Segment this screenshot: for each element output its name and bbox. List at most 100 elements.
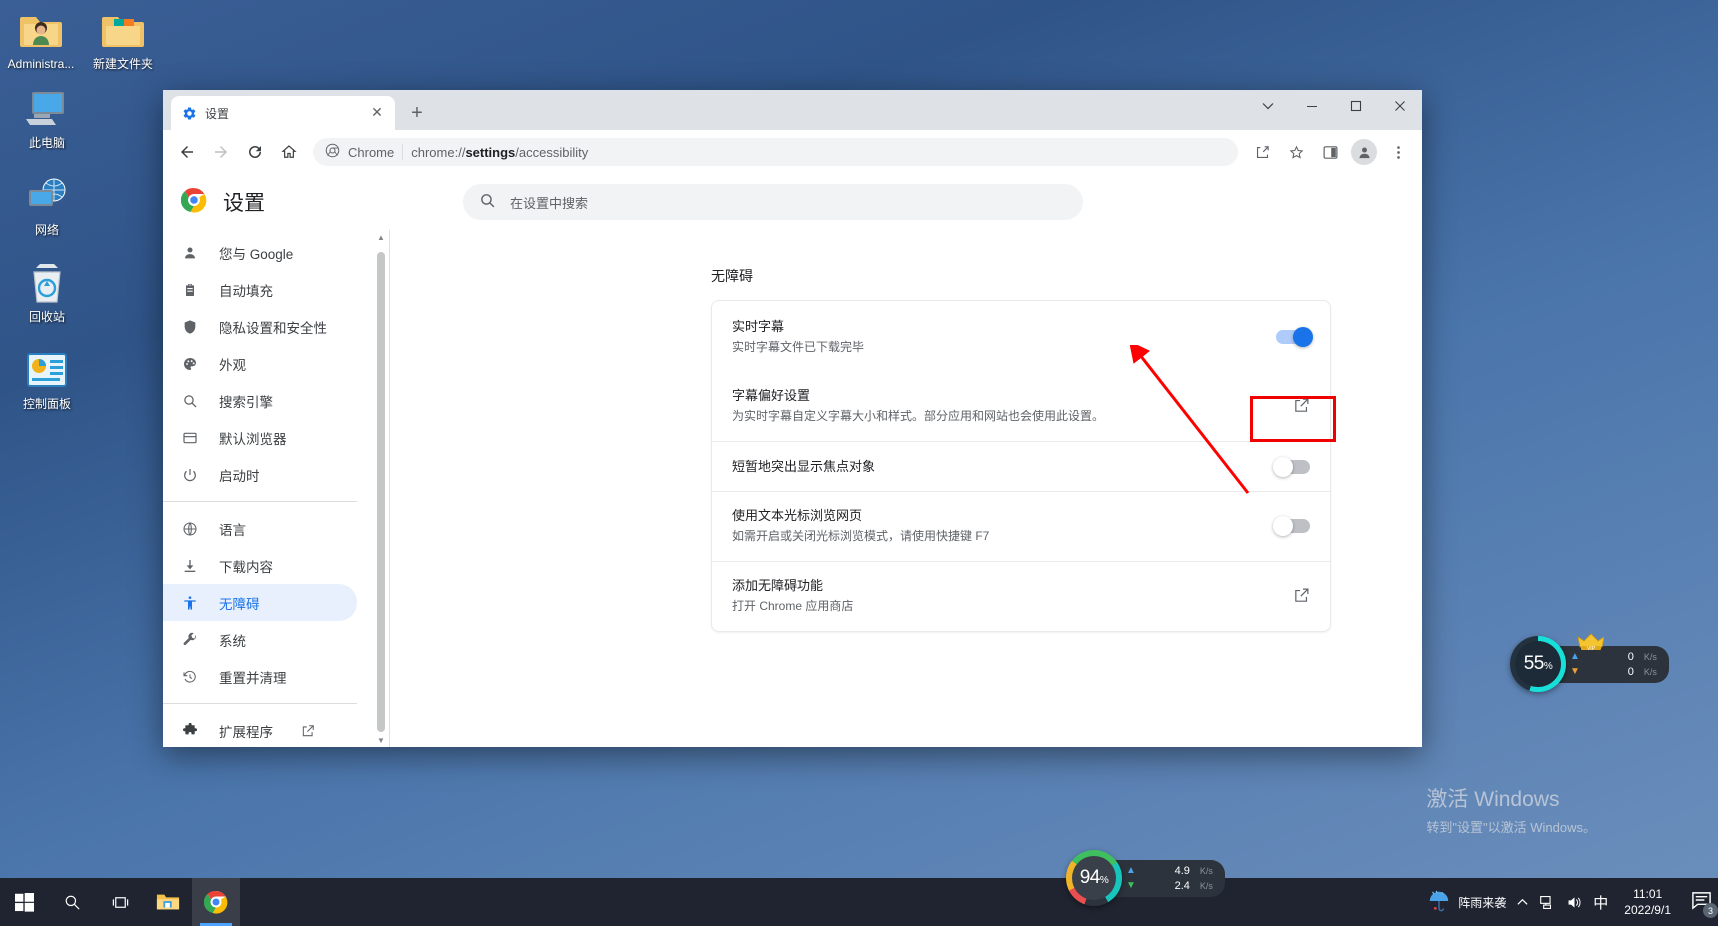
desktop-icon-new-folder[interactable]: 新建文件夹	[86, 6, 160, 71]
row-title: 短暂地突出显示焦点对象	[732, 459, 876, 474]
desktop-icon-recycle-bin[interactable]: 回收站	[8, 259, 86, 324]
desktop-icon-control-panel[interactable]: 控制面板	[8, 346, 86, 411]
share-icon[interactable]	[1246, 136, 1278, 168]
minimize-icon[interactable]	[1290, 90, 1334, 122]
upload-arrow-icon: ▲	[1126, 865, 1136, 876]
setting-row-add-accessibility-features[interactable]: 添加无障碍功能 打开 Chrome 应用商店	[712, 561, 1330, 631]
row-subtitle: 如需开启或关闭光标浏览模式，请使用快捷键 F7	[732, 529, 990, 543]
sidebar-item-label: 语言	[219, 522, 246, 538]
sidebar-item-label: 无障碍	[219, 596, 260, 612]
open-external-icon[interactable]	[1293, 397, 1310, 414]
profile-avatar-icon[interactable]	[1348, 136, 1380, 168]
star-icon[interactable]	[1280, 136, 1312, 168]
desktop-icon-label: 新建文件夹	[92, 57, 153, 71]
close-icon[interactable]: ✕	[369, 105, 385, 121]
row-text: 添加无障碍功能 打开 Chrome 应用商店	[732, 576, 1293, 615]
tab-title: 设置	[205, 106, 230, 121]
sidebar-item-default-browser[interactable]: 默认浏览器	[163, 419, 357, 456]
chrome-icon	[325, 143, 340, 161]
search-icon[interactable]	[48, 878, 96, 926]
accessibility-icon	[181, 594, 199, 612]
setting-row-live-caption[interactable]: 实时字幕 实时字幕文件已下载完毕	[712, 301, 1330, 372]
start-button[interactable]	[0, 878, 48, 926]
sidebar-item-system[interactable]: 系统	[163, 621, 357, 658]
volume-icon[interactable]	[1566, 894, 1583, 911]
chevron-down-icon[interactable]	[1246, 90, 1290, 122]
chrome-taskbar-icon[interactable]	[192, 878, 240, 926]
setting-row-caret-browsing[interactable]: 使用文本光标浏览网页 如需开启或关闭光标浏览模式，请使用快捷键 F7	[712, 491, 1330, 561]
cpu-usage-ring: 94%	[1066, 850, 1122, 906]
notification-center-icon[interactable]: 3	[1691, 890, 1718, 918]
new-tab-button[interactable]: +	[403, 99, 431, 127]
download-speed-unit: K/s	[1643, 666, 1657, 677]
sidebar-item-extensions[interactable]: 扩展程序	[163, 712, 357, 747]
sidebar-item-reset-cleanup[interactable]: 重置并清理	[163, 658, 357, 695]
globe-icon	[181, 520, 199, 538]
scroll-down-icon[interactable]: ▼	[374, 733, 388, 747]
back-button[interactable]	[171, 136, 203, 168]
sidebar-item-you-and-google[interactable]: 您与 Google	[163, 234, 357, 271]
recycle-bin-icon	[8, 259, 86, 307]
desktop-icon-this-pc[interactable]: 此电脑	[8, 85, 86, 150]
vip-crown-icon: VIP	[1577, 632, 1605, 655]
side-panel-icon[interactable]	[1314, 136, 1346, 168]
ime-indicator[interactable]: 中	[1593, 892, 1608, 913]
control-panel-icon	[8, 346, 86, 394]
scrollbar-thumb[interactable]	[377, 252, 385, 732]
download-speed-value: 0	[1627, 665, 1634, 678]
avatar	[1351, 139, 1377, 165]
setting-row-caption-preferences[interactable]: 字幕偏好设置 为实时字幕自定义字幕大小和样式。部分应用和网站也会使用此设置。	[712, 372, 1330, 441]
row-text: 实时字幕 实时字幕文件已下载完毕	[732, 317, 1276, 356]
highlight-focus-toggle[interactable]	[1273, 456, 1310, 477]
caret-browsing-toggle[interactable]	[1273, 515, 1310, 536]
setting-row-highlight-focus[interactable]: 短暂地突出显示焦点对象	[712, 441, 1330, 491]
settings-sidebar: 您与 Google 自动填充 隐私设置和安全性 外观 搜索引擎 默认浏览器 启动…	[163, 174, 373, 747]
close-icon[interactable]	[1378, 90, 1422, 122]
search-icon	[479, 192, 496, 212]
open-external-icon[interactable]	[1293, 587, 1310, 604]
forward-button[interactable]	[205, 136, 237, 168]
file-explorer-icon[interactable]	[144, 878, 192, 926]
sidebar-item-on-startup[interactable]: 启动时	[163, 456, 357, 493]
sidebar-item-languages[interactable]: 语言	[163, 510, 357, 547]
weather-widget[interactable]: 阵雨来袭	[1427, 889, 1506, 916]
desktop-icon-label: 此电脑	[28, 136, 65, 150]
network-speed-widget-top[interactable]: 55% VIP ▲ 0 K/s ▼ 0 K/s	[1510, 632, 1669, 692]
row-title: 字幕偏好设置	[732, 388, 811, 403]
upload-speed-value: 4.9	[1174, 864, 1190, 877]
sidebar-item-label: 默认浏览器	[219, 431, 287, 447]
restore-clock-icon	[181, 668, 199, 686]
show-hidden-icons-icon[interactable]	[1516, 896, 1529, 909]
sidebar-item-label: 搜索引擎	[219, 394, 273, 410]
task-view-icon[interactable]	[96, 878, 144, 926]
address-bar[interactable]: Chrome chrome://settings/accessibility	[313, 138, 1238, 166]
live-caption-toggle[interactable]	[1276, 326, 1313, 347]
clipboard-icon	[181, 281, 199, 299]
scroll-up-icon[interactable]: ▲	[374, 230, 388, 244]
sidebar-item-downloads[interactable]: 下载内容	[163, 547, 357, 584]
clock[interactable]: 11:01 2022/9/1	[1618, 886, 1677, 918]
home-button[interactable]	[273, 136, 305, 168]
sidebar-item-autofill[interactable]: 自动填充	[163, 271, 357, 308]
desktop-icon-network[interactable]: 网络	[8, 172, 86, 237]
open-external-icon[interactable]	[301, 724, 315, 738]
reload-button[interactable]	[239, 136, 271, 168]
sidebar-item-search-engine[interactable]: 搜索引擎	[163, 382, 357, 419]
sidebar-item-appearance[interactable]: 外观	[163, 345, 357, 382]
three-dot-menu-icon[interactable]	[1382, 136, 1414, 168]
network-speed-widget-bottom[interactable]: 94% ▲ 4.9 K/s ▼ 2.4 K/s	[1066, 850, 1225, 906]
row-subtitle: 为实时字幕自定义字幕大小和样式。部分应用和网站也会使用此设置。	[732, 409, 1105, 423]
desktop-icon-administrator[interactable]: Administra...	[4, 6, 78, 71]
gear-icon	[181, 105, 197, 121]
sidebar-item-privacy-security[interactable]: 隐私设置和安全性	[163, 308, 357, 345]
search-input[interactable]: 在设置中搜索	[463, 184, 1083, 220]
sidebar-scrollbar[interactable]: ▲ ▼	[374, 230, 388, 747]
sidebar-item-accessibility[interactable]: 无障碍	[163, 584, 357, 621]
download-speed-value: 2.4	[1174, 879, 1190, 892]
tab-settings[interactable]: 设置 ✕	[171, 96, 395, 130]
usage-percent: 55%	[1523, 653, 1553, 674]
toggle-knob	[1293, 326, 1313, 347]
network-icon[interactable]	[1539, 894, 1556, 911]
download-speed-unit: K/s	[1199, 880, 1213, 891]
maximize-icon[interactable]	[1334, 90, 1378, 122]
